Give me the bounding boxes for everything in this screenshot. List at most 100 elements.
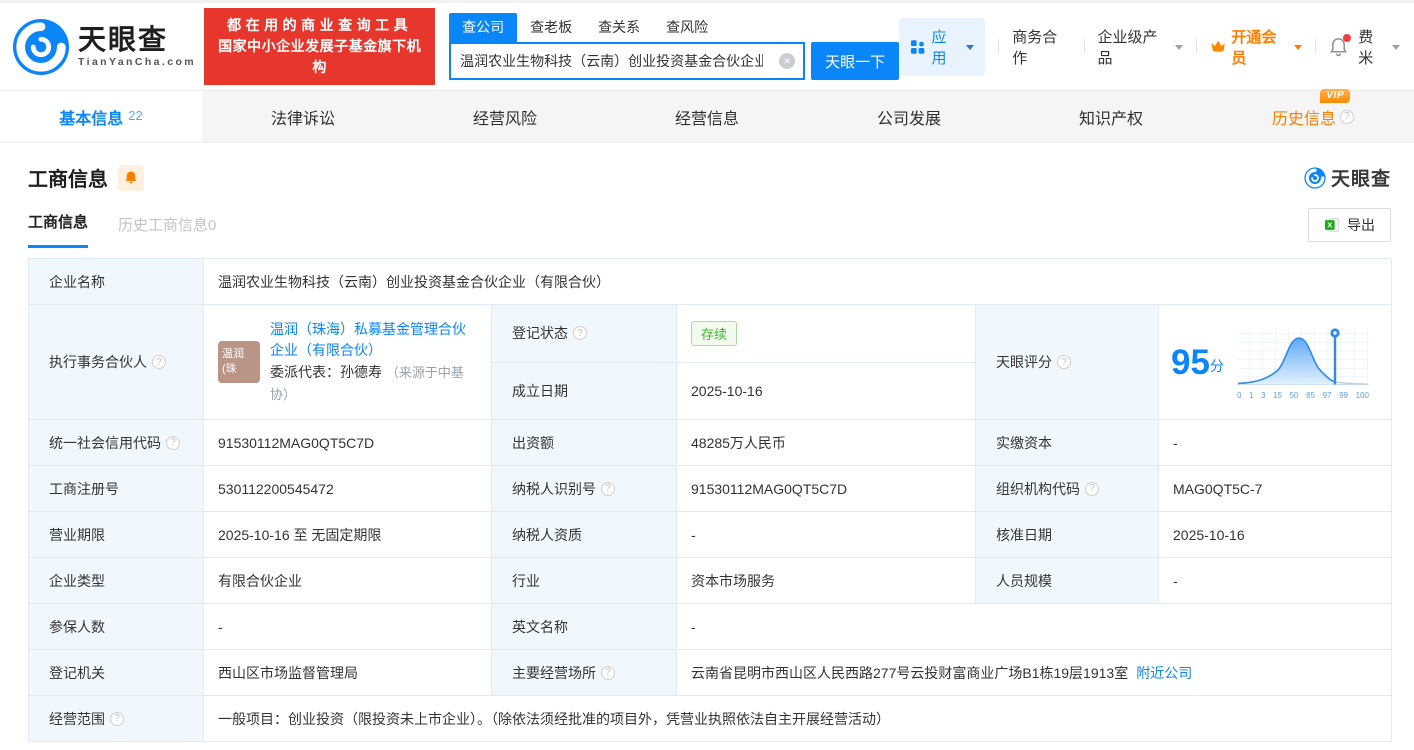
label-text: 经营范围	[49, 710, 105, 727]
label-text: 登记机关	[49, 664, 105, 681]
subtab-history-business-info[interactable]: 历史工商信息0	[118, 214, 216, 248]
score-unit: 分	[1209, 357, 1224, 374]
field-value-paid-in: -	[1159, 420, 1392, 466]
slogan-banner: 都在用的商业查询工具 国家中小企业发展子基金旗下机构	[204, 8, 436, 85]
business-cooperation-label: 商务合作	[1012, 28, 1058, 67]
tick: 85	[1306, 390, 1315, 400]
tick: 1	[1248, 390, 1254, 400]
search-tabs: 查公司 查老板 查关系 查风险	[449, 13, 899, 42]
value-text: 资本市场服务	[691, 572, 775, 589]
help-icon[interactable]: ?	[166, 435, 180, 450]
brand-domain: TianYanCha.com	[78, 56, 197, 69]
help-icon[interactable]: ?	[110, 711, 124, 726]
label-text: 人员规模	[996, 572, 1052, 589]
help-icon[interactable]: ?	[152, 355, 166, 369]
crown-icon	[1211, 40, 1225, 52]
help-icon[interactable]: ?	[573, 326, 587, 341]
monitor-bell-chip[interactable]	[118, 164, 144, 191]
tab-intellectual-property[interactable]: 知识产权	[1010, 91, 1212, 142]
header-divider	[1083, 39, 1085, 54]
value-text: -	[691, 526, 696, 543]
apps-label: 应用	[931, 28, 947, 67]
label-text: 营业期限	[49, 526, 105, 543]
tab-history-info[interactable]: 历史信息 VIP ?	[1212, 88, 1414, 142]
notifications-bell[interactable]	[1329, 33, 1352, 57]
user-menu[interactable]: 费米	[1358, 26, 1400, 68]
search-tab-risk[interactable]: 查风险	[653, 13, 721, 42]
subtab-business-info[interactable]: 工商信息	[28, 211, 89, 248]
tick: 0	[1236, 390, 1242, 400]
tianyancha-logo[interactable]: 天眼查 TianYanCha.com	[12, 18, 196, 76]
field-label-credit-code: 统一社会信用代码 ?	[29, 420, 204, 466]
field-value-reg-number: 530112200545472	[204, 466, 492, 512]
label-text: 核准日期	[996, 526, 1052, 543]
section-title: 工商信息	[28, 169, 108, 191]
tick: 100	[1355, 390, 1369, 400]
open-vip-menu[interactable]: 开通会员	[1210, 26, 1303, 68]
partner-company-link[interactable]: 温润（珠海）私募基金管理合伙企业（有限合伙）	[270, 321, 466, 359]
value-text: -	[691, 618, 696, 635]
apps-menu[interactable]: 应用	[899, 17, 986, 76]
export-button[interactable]: X 导出	[1308, 208, 1391, 242]
partner-avatar[interactable]: 温润 (珠	[218, 341, 260, 383]
field-label-contribution: 出资额	[492, 420, 677, 466]
tab-basic-info[interactable]: 基本信息 22	[0, 91, 202, 142]
header-divider	[1315, 39, 1317, 54]
search-tab-relation[interactable]: 查关系	[585, 13, 653, 42]
tab-operation-info[interactable]: 经营信息	[606, 91, 808, 142]
help-icon[interactable]: ?	[1340, 109, 1354, 124]
help-icon[interactable]: ?	[1085, 481, 1099, 496]
tab-legal-litigation[interactable]: 法律诉讼	[202, 91, 404, 142]
open-vip-label: 开通会员	[1231, 28, 1277, 67]
field-label-reg-status: 登记状态 ?	[492, 305, 677, 363]
clear-search-icon[interactable]: ✕	[779, 53, 796, 69]
label-text: 参保人数	[49, 618, 105, 635]
search-submit-button[interactable]: 天眼一下	[811, 42, 900, 80]
business-cooperation-link[interactable]: 商务合作	[1012, 26, 1070, 68]
field-label-approval-date: 核准日期	[976, 512, 1159, 558]
value-text: -	[218, 618, 223, 635]
field-value-tianyan-score: 95 分 0 1 3 15 50 85 97 99 100	[1159, 305, 1392, 420]
nearby-companies-link[interactable]: 附近公司	[1136, 663, 1192, 683]
chevron-down-icon	[1392, 45, 1400, 50]
avatar-text: (珠	[222, 363, 237, 375]
company-nav-tabs: 基本信息 22 法律诉讼 经营风险 经营信息 公司发展 知识产权 历史信息 VI…	[0, 88, 1414, 143]
tab-operation-risk-label: 经营风险	[472, 110, 537, 128]
help-icon[interactable]: ?	[1057, 355, 1071, 369]
field-label-company-name: 企业名称	[29, 259, 204, 305]
search-tab-boss[interactable]: 查老板	[517, 13, 585, 42]
value-text: 91530112MAG0QT5C7D	[218, 434, 375, 451]
label-text: 成立日期	[512, 382, 568, 399]
label-text: 天眼评分	[996, 354, 1052, 370]
score-value: 95 分	[1171, 345, 1224, 380]
field-value-approval-date: 2025-10-16	[1159, 512, 1392, 558]
field-label-org-code: 组织机构代码 ?	[976, 466, 1159, 512]
label-text: 英文名称	[512, 618, 568, 635]
status-badge: 存续	[691, 320, 738, 346]
help-icon[interactable]: ?	[601, 481, 615, 496]
enterprise-products-menu[interactable]: 企业级产品	[1098, 26, 1183, 68]
tab-operation-risk[interactable]: 经营风险	[404, 91, 606, 142]
section-header: 工商信息 天眼查	[28, 163, 1391, 192]
excel-icon: X	[1324, 218, 1339, 232]
tick: 15	[1273, 390, 1282, 400]
partner-text: 温润（珠海）私募基金管理合伙企业（有限合伙） 委派代表：孙德寿 （来源于中基协）	[270, 319, 477, 406]
tab-company-development[interactable]: 公司发展	[808, 91, 1010, 142]
label-text: 登记状态	[512, 325, 568, 342]
header-divider	[998, 39, 1000, 54]
search-input[interactable]	[451, 53, 764, 69]
score-number: 95	[1171, 342, 1210, 382]
tianyancha-swirl-icon	[1304, 166, 1326, 189]
score-distribution-chart: 0 1 3 15 50 85 97 99 100	[1236, 325, 1370, 400]
apps-grid-icon	[911, 39, 925, 54]
field-value-industry: 资本市场服务	[677, 558, 976, 604]
search-tab-company[interactable]: 查公司	[449, 13, 518, 42]
tab-basic-info-count: 22	[128, 108, 143, 123]
help-icon[interactable]: ?	[601, 665, 615, 680]
field-label-main-address: 主要经营场所 ?	[492, 650, 677, 696]
label-text: 实缴资本	[996, 434, 1052, 451]
field-label-business-term: 营业期限	[29, 512, 204, 558]
field-label-tianyan-score: 天眼评分 ?	[976, 305, 1159, 420]
header-right-nav: 应用 商务合作 企业级产品 开通会员 费米	[899, 17, 1400, 76]
business-info-table: 企业名称 温润农业生物科技（云南）创业投资基金合伙企业（有限合伙） 执行事务合伙…	[28, 258, 1392, 742]
